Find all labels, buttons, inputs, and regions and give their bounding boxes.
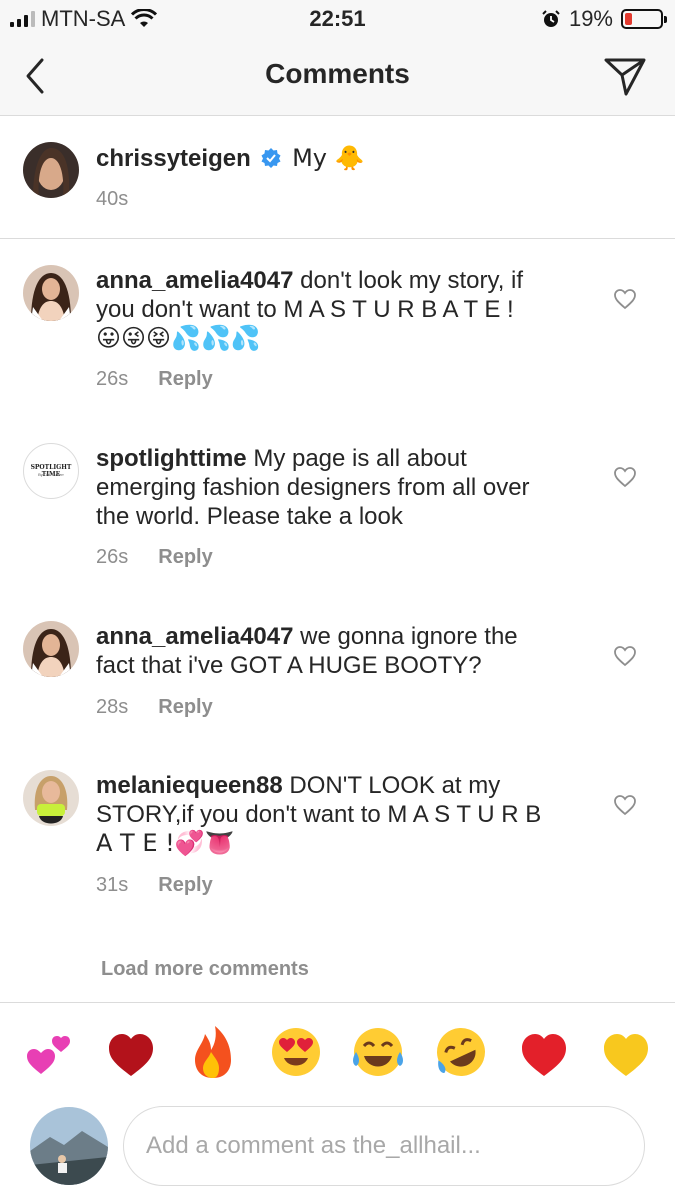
- comment-emoji-line: 😛😜😝💦💦💦: [96, 324, 261, 352]
- avatar[interactable]: SPOTLIGHT TIME By Ofri Gutterr: [23, 443, 79, 499]
- alarm-icon: [542, 10, 560, 27]
- comment-body-line: you don't want to M A S T U R B A T E !: [96, 296, 514, 323]
- comment-body-line: My page is all about: [246, 445, 467, 472]
- quick-emoji-bar: [0, 1022, 675, 1082]
- comment-body-line: STORY,if you don't want to M A S T U R B: [96, 801, 542, 828]
- comment-body-line: fact that i've GOT A HUGE BOOTY?: [96, 652, 482, 679]
- tears-of-joy-emoji-button[interactable]: [348, 1022, 408, 1082]
- comment-text: melaniequeen88 DON'T LOOK at my STORY,if…: [96, 771, 541, 858]
- comment-body-line: emerging fashion designers from all over: [96, 474, 530, 501]
- nav-bar: Comments: [0, 36, 675, 116]
- caption-username[interactable]: chrissyteigen: [96, 145, 251, 172]
- avatar[interactable]: [23, 265, 79, 321]
- avatar[interactable]: [23, 142, 79, 198]
- caption-body: My 🐥: [292, 144, 365, 172]
- reply-button[interactable]: Reply: [158, 696, 212, 719]
- comment-body-line: we gonna ignore the: [293, 623, 518, 650]
- caption-text: chrissyteigen My 🐥: [96, 144, 365, 173]
- comment-time: 26s: [96, 546, 129, 568]
- comment-username[interactable]: melaniequeen88: [96, 772, 283, 799]
- battery-level-fill: [625, 13, 632, 25]
- reply-button[interactable]: Reply: [158, 368, 212, 391]
- caption-meta: 40s: [96, 188, 128, 211]
- comment-meta: 28s Reply: [96, 696, 213, 719]
- load-more-comments-button[interactable]: Load more comments: [101, 958, 309, 981]
- comment-username[interactable]: anna_amelia4047: [96, 267, 293, 294]
- comment-username[interactable]: anna_amelia4047: [96, 623, 293, 650]
- heart-emoji-button[interactable]: [514, 1022, 574, 1082]
- comment-body-line: A T E !💞👅: [96, 829, 235, 857]
- verified-badge-icon: [261, 148, 281, 168]
- page-title: Comments: [265, 58, 410, 89]
- comment-body-line: DON'T LOOK at my: [282, 772, 501, 799]
- avatar-logo-subtext: By Ofri Gutterr: [38, 472, 64, 477]
- caption-time: 40s: [96, 188, 129, 210]
- comment-time: 28s: [96, 696, 129, 718]
- fire-emoji-button[interactable]: [183, 1022, 243, 1082]
- avatar[interactable]: [23, 770, 79, 826]
- status-bar: MTN-SA 22:51 19%: [0, 0, 675, 36]
- rolling-laughing-emoji-button[interactable]: [431, 1022, 491, 1082]
- heart-eyes-emoji-button[interactable]: [266, 1022, 326, 1082]
- like-heart-icon[interactable]: [613, 466, 637, 488]
- comment-time: 31s: [96, 874, 129, 896]
- comment-body-line: don't look my story, if: [293, 267, 524, 294]
- post-caption: chrissyteigen My 🐥 40s: [0, 117, 675, 239]
- comment-time: 26s: [96, 368, 129, 390]
- divider: [0, 1002, 675, 1003]
- reply-button[interactable]: Reply: [158, 546, 212, 569]
- comment-text: anna_amelia4047 don't look my story, if …: [96, 266, 523, 353]
- avatar[interactable]: [23, 621, 79, 677]
- two-hearts-emoji-button[interactable]: [19, 1022, 79, 1082]
- like-heart-icon[interactable]: [613, 645, 637, 667]
- like-heart-icon[interactable]: [613, 794, 637, 816]
- battery-icon: [621, 9, 667, 29]
- comment-username[interactable]: spotlighttime: [96, 445, 247, 472]
- current-user-avatar: [30, 1107, 108, 1185]
- like-heart-icon[interactable]: [613, 288, 637, 310]
- direct-send-icon[interactable]: [603, 54, 647, 98]
- reply-button[interactable]: Reply: [158, 874, 212, 897]
- status-right: 19%: [541, 6, 667, 32]
- comment-text: spotlighttime My page is all about emerg…: [96, 444, 530, 531]
- comment-body-line: the world. Please take a look: [96, 503, 403, 530]
- comment-meta: 26s Reply: [96, 546, 213, 569]
- comment-meta: 31s Reply: [96, 874, 213, 897]
- red-heart-emoji-button[interactable]: [101, 1022, 161, 1082]
- comment-text: anna_amelia4047 we gonna ignore the fact…: [96, 622, 518, 680]
- comment-input[interactable]: [123, 1106, 645, 1186]
- yellow-heart-emoji-button[interactable]: [596, 1022, 656, 1082]
- battery-percent: 19%: [568, 6, 613, 31]
- comment-meta: 26s Reply: [96, 368, 213, 391]
